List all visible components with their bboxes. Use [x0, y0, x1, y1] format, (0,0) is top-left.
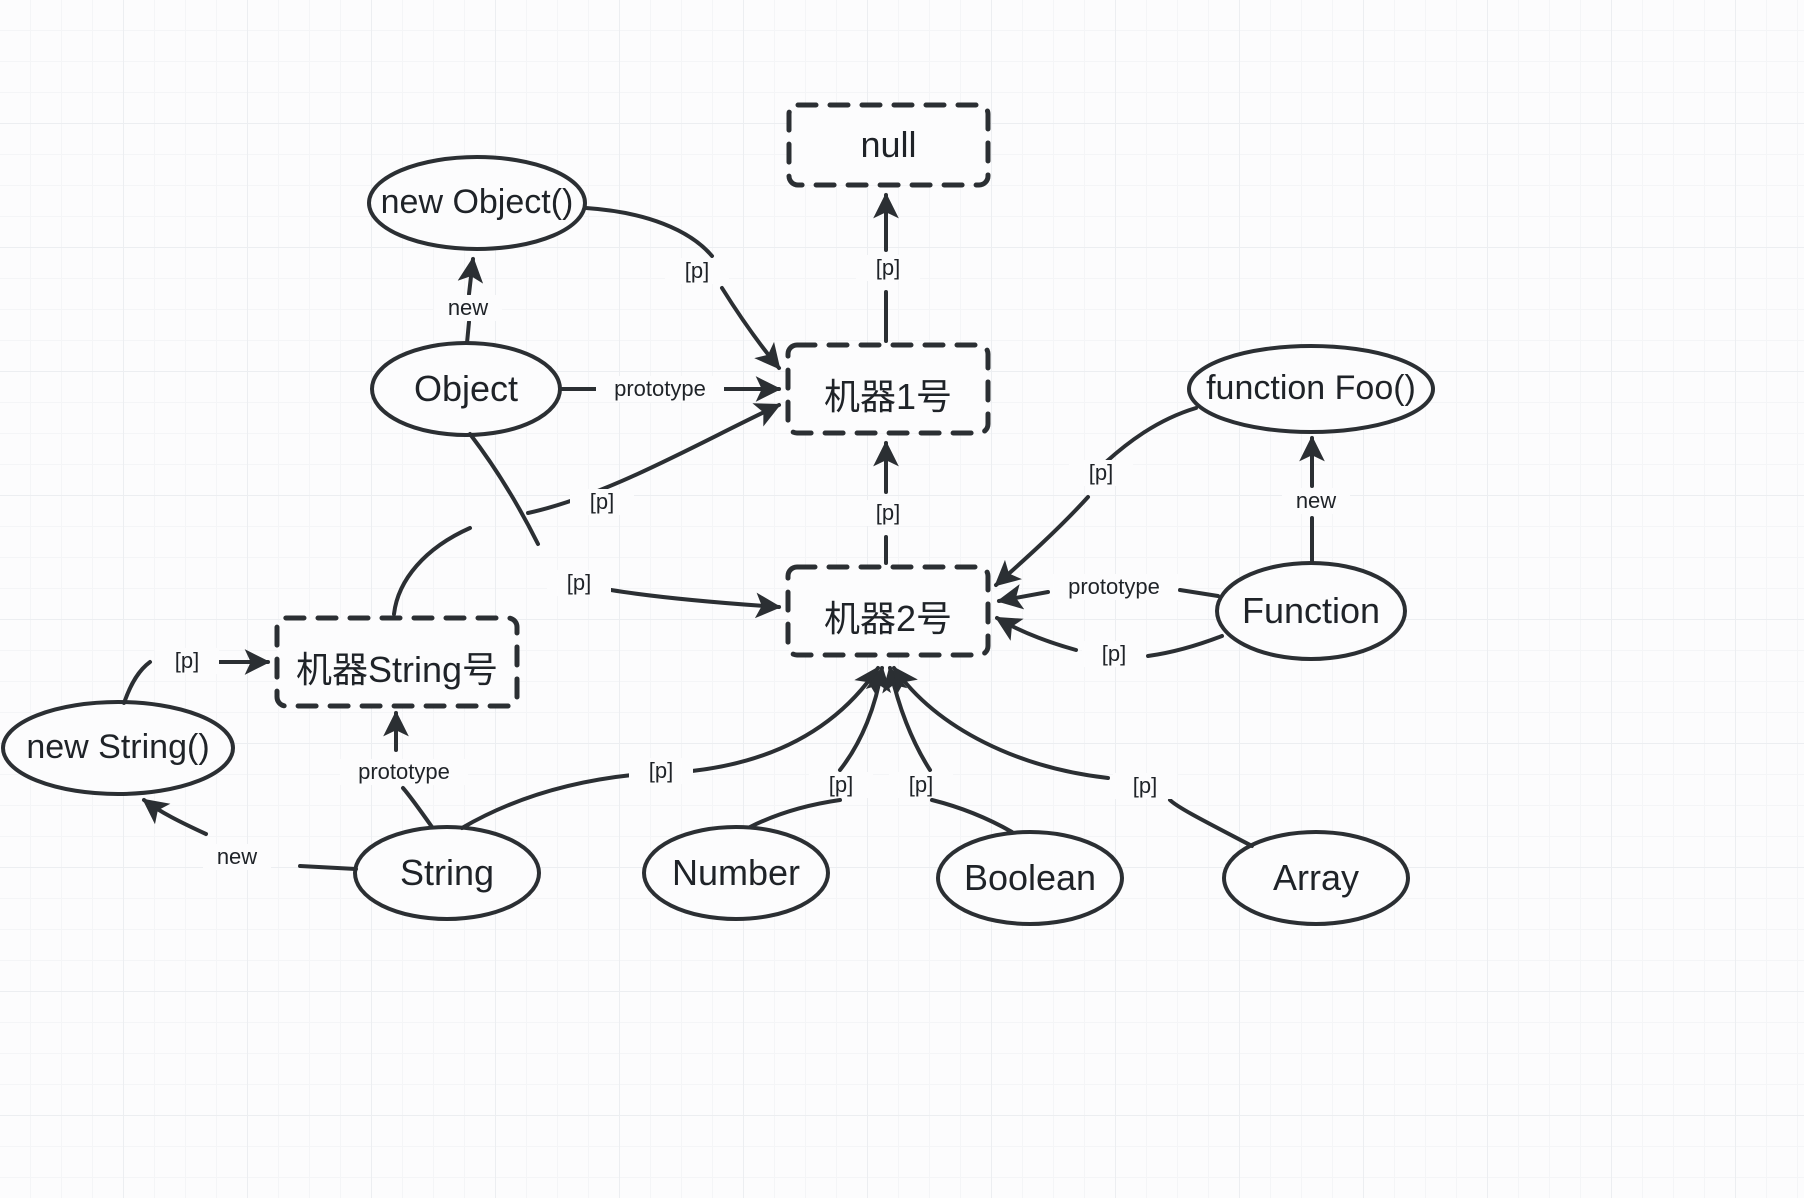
node-newobject-shape — [367, 155, 587, 251]
edge-newobject-p-machine1 — [584, 206, 779, 368]
edge-label-machine2-p-machine1: [p] — [856, 500, 920, 526]
edge-label-array-p-machine2: [p] — [1113, 773, 1177, 799]
edge-label-newstring-p: [p] — [155, 648, 219, 674]
edge-label-function-prototype: prototype — [1050, 574, 1178, 600]
edge-label-function-p-machine2: [p] — [1082, 641, 1146, 667]
node-function-shape — [1215, 561, 1407, 661]
edge-label-string-prototype: prototype — [340, 759, 468, 785]
edge-number-p-machine2 — [748, 668, 882, 829]
node-number-shape — [642, 825, 830, 921]
edge-object-p-machine2 — [468, 432, 779, 607]
node-null-shape — [786, 102, 991, 188]
edge-boolean-p-machine2 — [890, 668, 1014, 834]
edge-label-string-p-machine2: [p] — [629, 758, 693, 784]
node-boolean-shape — [936, 830, 1124, 926]
edge-label-number-p-machine2: [p] — [809, 772, 873, 798]
edge-label-string-new: new — [203, 844, 271, 870]
node-functionfoo-shape — [1187, 344, 1435, 434]
edge-functionfoo-p-machine2 — [996, 406, 1198, 585]
node-newstring-shape — [1, 700, 235, 796]
edge-label-newobject-p: [p] — [665, 258, 729, 284]
node-object-shape — [370, 341, 562, 437]
edge-label-machinestring-p: [p] — [570, 489, 634, 515]
node-string-shape — [353, 825, 541, 921]
edge-label-object-prototype: prototype — [596, 376, 724, 402]
diagram-canvas: new Object() --> 机器1号 (top-left arrowhea… — [0, 0, 1804, 1198]
node-machine1-shape — [785, 342, 991, 436]
node-machine2-shape — [785, 564, 991, 658]
edge-label-object-new: new — [434, 295, 502, 321]
prototype-chain-svg: new Object() --> 机器1号 (top-left arrowhea… — [1, 102, 1435, 926]
edge-label-boolean-p-machine2: [p] — [889, 772, 953, 798]
edge-array-p-machine2 — [894, 668, 1254, 848]
edge-label-machine1-p-null: [p] — [856, 255, 920, 281]
edge-label-object-p-machine2: [p] — [547, 570, 611, 596]
edge-label-functionfoo-p: [p] — [1069, 460, 1133, 486]
edge-label-function-new: new — [1282, 488, 1350, 514]
node-machinestring-shape — [274, 615, 520, 709]
